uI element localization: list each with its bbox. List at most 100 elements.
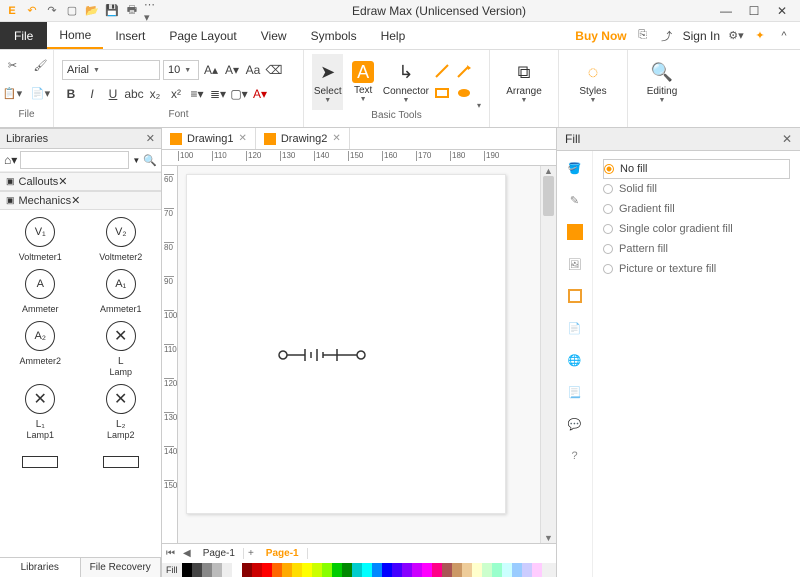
color-swatch[interactable] (232, 563, 242, 577)
undo-icon[interactable]: ↶ (24, 3, 40, 19)
color-swatch[interactable] (372, 563, 382, 577)
tab-drawing1[interactable]: Drawing1✕ (162, 128, 256, 149)
open-icon[interactable]: 📂 (84, 3, 100, 19)
canvas[interactable] (178, 166, 540, 543)
fill-option[interactable]: No fill (603, 159, 790, 179)
color-swatch[interactable] (192, 563, 202, 577)
file-menu[interactable]: File (0, 22, 47, 49)
scrollbar-vertical[interactable]: ▲ ▼ (540, 166, 556, 543)
settings-icon[interactable]: ⚙▾ (728, 28, 744, 44)
clipboard-icon[interactable]: 📋▾ (2, 82, 24, 104)
color-swatch[interactable] (432, 563, 442, 577)
fill-option[interactable]: Single color gradient fill (603, 219, 790, 239)
color-swatch[interactable] (282, 563, 292, 577)
case-icon[interactable]: Aa (244, 61, 262, 79)
editing-button[interactable]: 🔍Editing▼ (636, 54, 688, 110)
color-swatch[interactable] (482, 563, 492, 577)
color-swatch[interactable] (262, 563, 272, 577)
color-swatch[interactable] (522, 563, 532, 577)
new-icon[interactable]: ▢ (64, 3, 80, 19)
fill-option[interactable]: Pattern fill (603, 239, 790, 259)
close-icon[interactable]: ✕ (58, 175, 67, 188)
ellipse-shape-icon[interactable] (455, 84, 473, 102)
close-icon[interactable]: ✕ (782, 132, 792, 146)
color-swatch[interactable] (252, 563, 262, 577)
color-swatch[interactable] (412, 563, 422, 577)
color-swatch[interactable] (312, 563, 322, 577)
scroll-up-icon[interactable]: ▲ (541, 166, 556, 176)
tab-libraries[interactable]: Libraries (0, 558, 81, 577)
search-icon[interactable]: 🔍 (143, 154, 157, 167)
library-shape[interactable]: AAmmeter (4, 266, 77, 314)
bold-icon[interactable]: B (62, 85, 80, 103)
italic-icon[interactable]: I (83, 85, 101, 103)
menu-view[interactable]: View (249, 22, 299, 49)
menu-home[interactable]: Home (47, 22, 103, 49)
page[interactable] (186, 174, 506, 514)
fill-option[interactable]: Gradient fill (603, 199, 790, 219)
section-mechanics[interactable]: ▣Mechanics✕ (0, 191, 161, 210)
close-icon[interactable]: ✕ (238, 133, 246, 144)
library-shape[interactable] (85, 444, 158, 482)
collapse-ribbon-icon[interactable]: ^ (776, 28, 792, 44)
close-icon[interactable]: ✕ (774, 4, 790, 18)
scroll-thumb[interactable] (543, 176, 554, 216)
image-icon[interactable]: 🖼 (564, 253, 586, 275)
sign-in-link[interactable]: Sign In (683, 29, 720, 43)
help-icon[interactable]: ? (564, 445, 586, 467)
library-shape[interactable] (4, 444, 77, 482)
library-shape[interactable]: LLamp (85, 318, 158, 377)
font-family-select[interactable]: Arial▼ (62, 60, 160, 80)
dropdown-icon[interactable]: ▼ (132, 156, 140, 165)
color-swatch[interactable] (392, 563, 402, 577)
menu-help[interactable]: Help (369, 22, 418, 49)
library-shape[interactable]: L₁Lamp1 (4, 381, 77, 440)
fill-option[interactable]: Picture or texture fill (603, 259, 790, 279)
close-icon[interactable]: ✕ (332, 133, 340, 144)
page-current[interactable]: Page-1 (195, 548, 244, 559)
font-size-select[interactable]: 10▼ (163, 60, 199, 80)
color-swatch[interactable] (492, 563, 502, 577)
color-swatch[interactable] (452, 563, 462, 577)
library-search-input[interactable] (20, 151, 129, 169)
library-shape[interactable]: A₁Ammeter1 (85, 266, 158, 314)
close-icon[interactable]: ✕ (146, 132, 155, 145)
brush-icon[interactable]: 🖌 (30, 54, 52, 76)
save-icon[interactable]: 💾 (104, 3, 120, 19)
color-swatch[interactable] (302, 563, 312, 577)
library-shape[interactable]: A₂Ammeter2 (4, 318, 77, 377)
comment-icon[interactable]: 💬 (564, 413, 586, 435)
color-swatch[interactable] (272, 563, 282, 577)
connector-tool[interactable]: ↳Connector▼ (383, 54, 429, 110)
library-shape[interactable]: L₂Lamp2 (85, 381, 158, 440)
color-swatch[interactable] (222, 563, 232, 577)
pen-icon[interactable]: ✎ (564, 189, 586, 211)
library-shape[interactable]: V₁Voltmeter1 (4, 214, 77, 262)
rect-shape-icon[interactable] (433, 84, 451, 102)
color-swatch[interactable] (352, 563, 362, 577)
color-palette[interactable]: Fill (162, 563, 556, 577)
grow-font-icon[interactable]: A▴ (202, 61, 220, 79)
page-icon[interactable]: 📄 (564, 317, 586, 339)
print-icon[interactable]: 🖶 (124, 3, 140, 19)
color-swatch[interactable] (212, 563, 222, 577)
color-swatch[interactable] (382, 563, 392, 577)
superscript-icon[interactable]: x² (167, 85, 185, 103)
color-swatch[interactable] (332, 563, 342, 577)
bullets-icon[interactable]: ≡▾ (188, 85, 206, 103)
page-prev-icon[interactable]: ◀ (179, 548, 195, 559)
arrange-button[interactable]: ⧉Arrange▼ (498, 54, 550, 110)
close-icon[interactable]: ✕ (71, 194, 80, 207)
shapes-more-icon[interactable]: ▾ (477, 101, 481, 110)
tab-file-recovery[interactable]: File Recovery (81, 558, 162, 577)
minimize-icon[interactable]: — (718, 4, 734, 18)
strike-icon[interactable]: abc (125, 85, 143, 103)
maximize-icon[interactable]: ☐ (746, 4, 762, 18)
page-first-icon[interactable]: ⏮ (162, 548, 179, 559)
menu-symbols[interactable]: Symbols (299, 22, 369, 49)
paste-icon[interactable]: 📄▾ (30, 82, 52, 104)
color-swatch[interactable] (292, 563, 302, 577)
select-tool[interactable]: ➤Select▼ (312, 54, 343, 110)
library-shape[interactable]: V₂Voltmeter2 (85, 214, 158, 262)
buy-now-link[interactable]: Buy Now (575, 29, 626, 43)
